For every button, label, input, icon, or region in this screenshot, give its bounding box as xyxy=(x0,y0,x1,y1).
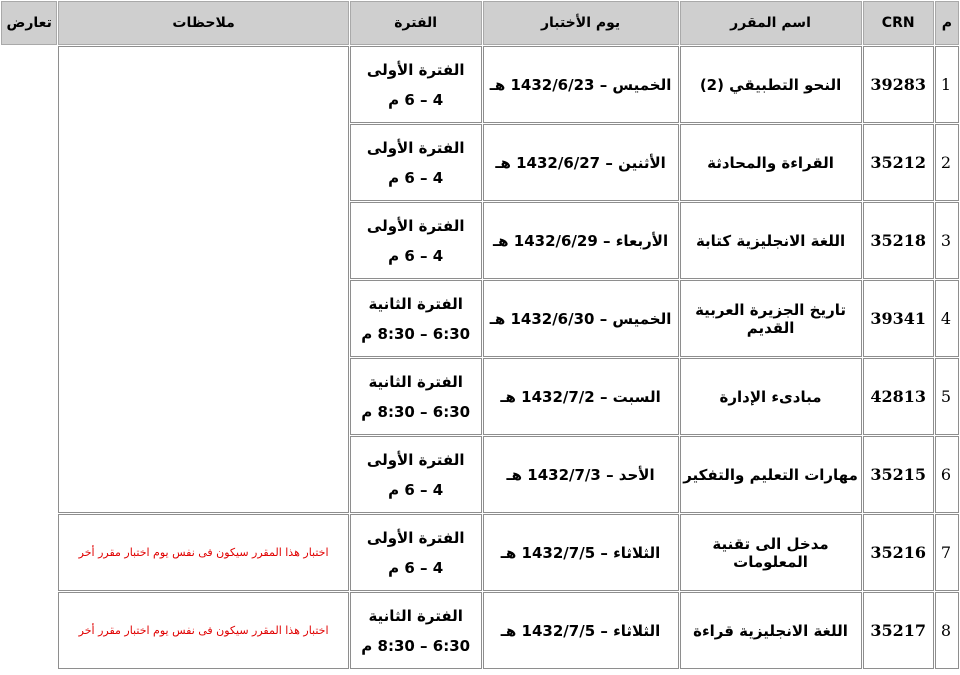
row-number: 5 xyxy=(934,358,959,435)
exam-day-cell: الأثنين – 1432/6/27 هـ xyxy=(482,124,679,201)
period-time: 4 – 6 م xyxy=(388,90,444,109)
crn-cell: 39341 xyxy=(862,280,934,357)
course-name-cell: مبادىء الإدارة xyxy=(679,358,862,435)
period-time: 4 – 6 م xyxy=(388,480,444,499)
header-notes: ملاحظات xyxy=(58,1,349,45)
period-time: 4 – 6 م xyxy=(388,558,444,577)
exam-day-cell: الأحد – 1432/7/3 هـ xyxy=(482,436,679,513)
row-number: 1 xyxy=(934,46,959,123)
period-time: 6:30 – 8:30 م xyxy=(361,324,471,343)
exam-day-cell: الثلاثاء – 1432/7/5 هـ xyxy=(482,592,679,669)
notes-blank-area xyxy=(58,46,349,513)
header-num: م xyxy=(934,1,959,45)
period-cell: الفترة الأولى 4 – 6 م xyxy=(349,514,482,591)
period-cell: الفترة الأولى 4 – 6 م xyxy=(349,202,482,279)
conflict-cell xyxy=(1,436,58,513)
period-time: 4 – 6 م xyxy=(388,168,444,187)
period-cell: الفترة الأولى 4 – 6 م xyxy=(349,46,482,123)
crn-cell: 35217 xyxy=(862,592,934,669)
conflict-cell xyxy=(1,514,58,591)
period-time: 6:30 – 8:30 م xyxy=(361,636,471,655)
header-row: م CRN اسم المقرر يوم الأختبار الفترة ملا… xyxy=(1,1,959,45)
row-number: 3 xyxy=(934,202,959,279)
row-number: 8 xyxy=(934,592,959,669)
period-time: 4 – 6 م xyxy=(388,246,444,265)
conflict-cell xyxy=(1,46,58,123)
course-name-cell: مهارات التعليم والتفكير xyxy=(679,436,862,513)
period-name: الفترة الثانية xyxy=(368,294,463,313)
row-number: 7 xyxy=(934,514,959,591)
row-number: 4 xyxy=(934,280,959,357)
conflict-cell xyxy=(1,202,58,279)
row-number: 2 xyxy=(934,124,959,201)
period-cell: الفترة الثانية 6:30 – 8:30 م xyxy=(349,592,482,669)
exam-day-cell: الخميس – 1432/6/23 هـ xyxy=(482,46,679,123)
period-name: الفترة الثانية xyxy=(368,606,463,625)
table-row: 8 35217 اللغة الانجليزية قراءة الثلاثاء … xyxy=(1,592,959,669)
crn-cell: 42813 xyxy=(862,358,934,435)
header-exam-day: يوم الأختبار xyxy=(482,1,679,45)
period-cell: الفترة الأولى 4 – 6 م xyxy=(349,124,482,201)
row-number: 6 xyxy=(934,436,959,513)
crn-cell: 39283 xyxy=(862,46,934,123)
period-cell: الفترة الثانية 6:30 – 8:30 م xyxy=(349,280,482,357)
conflict-cell xyxy=(1,358,58,435)
table-row: 1 39283 النحو التطبيقي (2) الخميس – 1432… xyxy=(1,46,959,513)
conflict-note: اختبار هذا المقرر سيكون فى نفس يوم اختبا… xyxy=(58,514,349,591)
exam-day-cell: الخميس – 1432/6/30 هـ xyxy=(482,280,679,357)
course-name-cell: تاريخ الجزيرة العربية القديم xyxy=(679,280,862,357)
period-cell: الفترة الأولى 4 – 6 م xyxy=(349,436,482,513)
exam-schedule-table: م CRN اسم المقرر يوم الأختبار الفترة ملا… xyxy=(0,0,960,670)
period-name: الفترة الأولى xyxy=(366,528,465,547)
course-name-cell: اللغة الانجليزية كتابة xyxy=(679,202,862,279)
course-name-cell: القراءة والمحادثة xyxy=(679,124,862,201)
header-period: الفترة xyxy=(349,1,482,45)
header-course: اسم المقرر xyxy=(679,1,862,45)
header-crn: CRN xyxy=(862,1,934,45)
period-name: الفترة الثانية xyxy=(368,372,463,391)
period-name: الفترة الأولى xyxy=(366,450,465,469)
period-name: الفترة الأولى xyxy=(366,216,465,235)
conflict-note: اختبار هذا المقرر سيكون فى نفس يوم اختبا… xyxy=(58,592,349,669)
table-row: 7 35216 مدخل الى تقنية المعلومات الثلاثا… xyxy=(1,514,959,591)
header-conflict: تعارض xyxy=(1,1,58,45)
course-name-cell: مدخل الى تقنية المعلومات xyxy=(679,514,862,591)
exam-day-cell: الثلاثاء – 1432/7/5 هـ xyxy=(482,514,679,591)
period-cell: الفترة الثانية 6:30 – 8:30 م xyxy=(349,358,482,435)
conflict-cell xyxy=(1,124,58,201)
crn-cell: 35218 xyxy=(862,202,934,279)
conflict-cell xyxy=(1,592,58,669)
crn-cell: 35212 xyxy=(862,124,934,201)
period-name: الفترة الأولى xyxy=(366,60,465,79)
period-time: 6:30 – 8:30 م xyxy=(361,402,471,421)
exam-day-cell: السبت – 1432/7/2 هـ xyxy=(482,358,679,435)
course-name-cell: اللغة الانجليزية قراءة xyxy=(679,592,862,669)
crn-cell: 35215 xyxy=(862,436,934,513)
period-name: الفترة الأولى xyxy=(366,138,465,157)
conflict-cell xyxy=(1,280,58,357)
crn-cell: 35216 xyxy=(862,514,934,591)
course-name-cell: النحو التطبيقي (2) xyxy=(679,46,862,123)
exam-day-cell: الأربعاء – 1432/6/29 هـ xyxy=(482,202,679,279)
